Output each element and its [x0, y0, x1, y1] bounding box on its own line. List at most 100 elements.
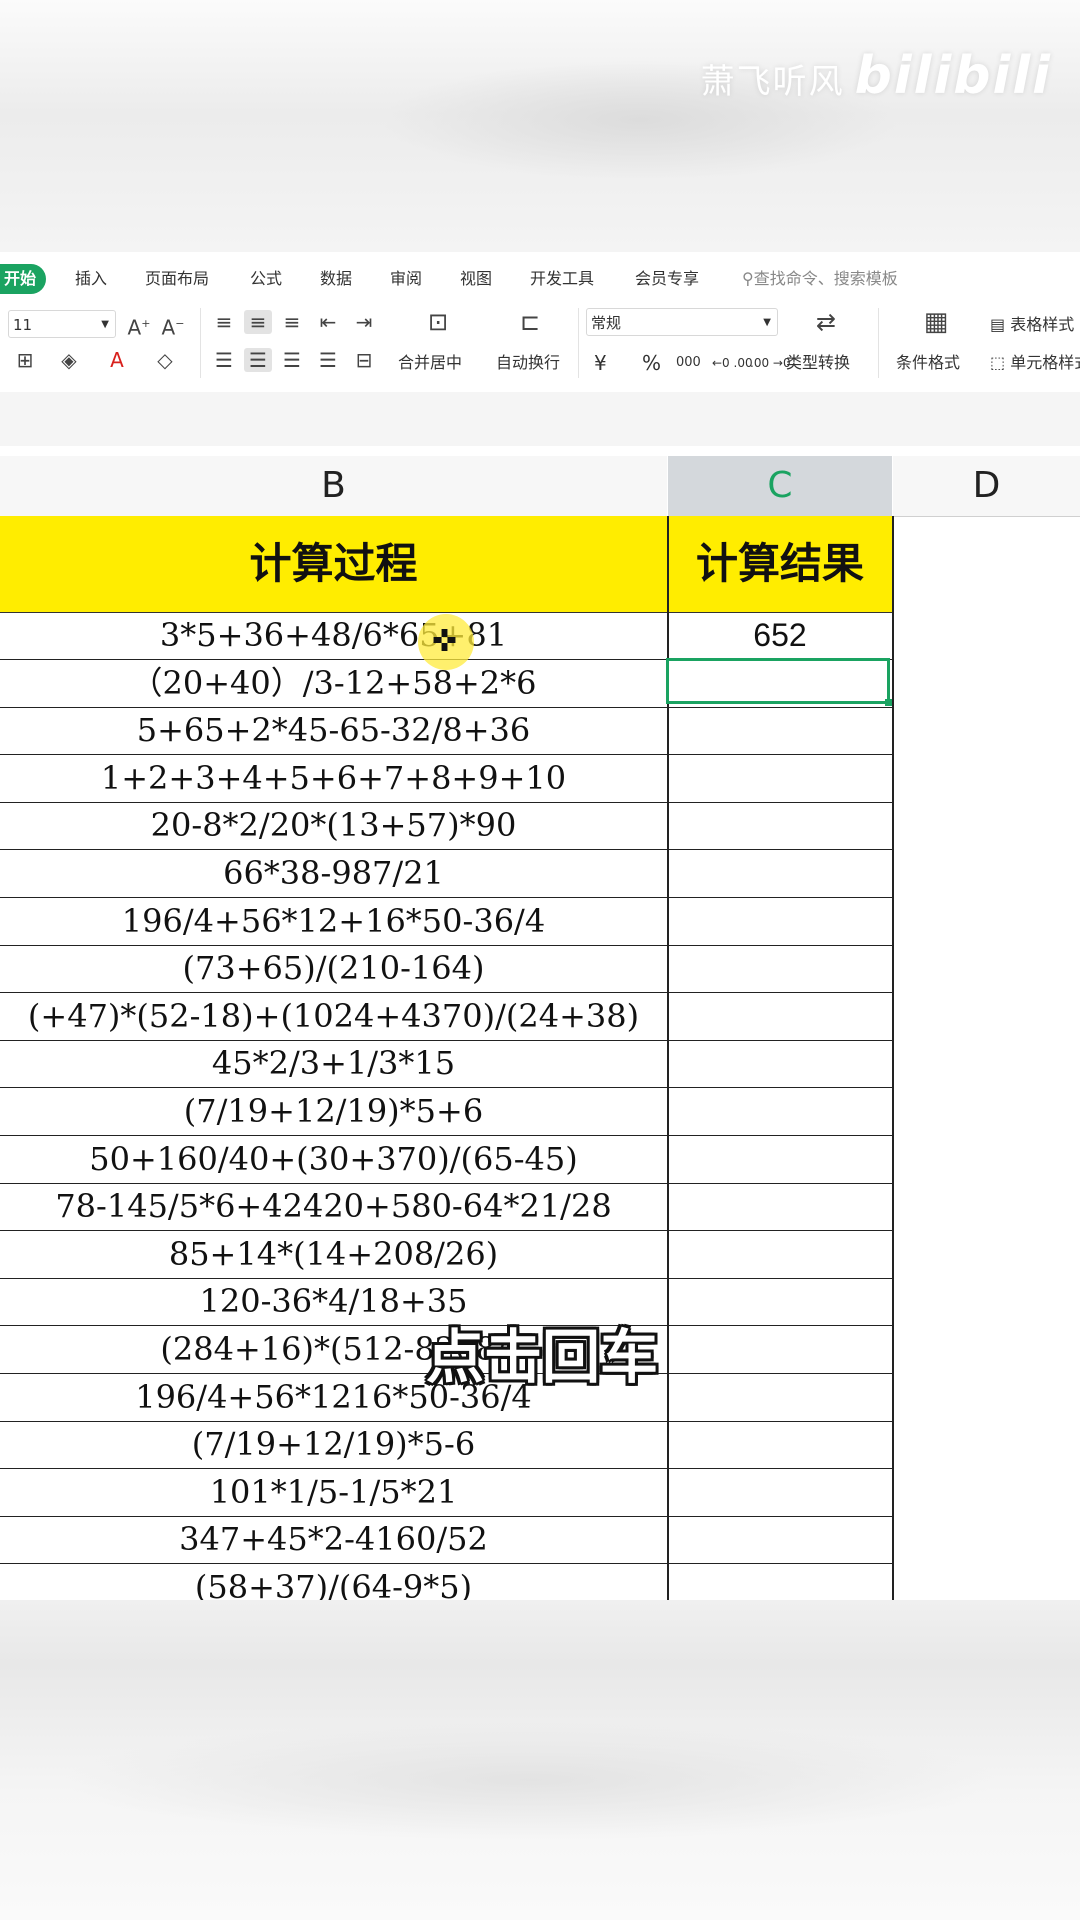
- table-row: (7/19+12/19)*5+6: [0, 1088, 893, 1136]
- tab-formulas[interactable]: 公式: [250, 264, 282, 294]
- cell-b[interactable]: 347+45*2-4160/52: [0, 1516, 667, 1563]
- tab-home[interactable]: 开始: [0, 264, 47, 294]
- cell-b[interactable]: 45*2/3+1/3*15: [0, 1040, 667, 1087]
- thousands-button[interactable]: 000: [676, 352, 701, 374]
- font-grow-icon[interactable]: A+: [126, 312, 152, 340]
- merge-icon[interactable]: ⊡: [420, 310, 456, 334]
- cell-b[interactable]: 85+14*(14+208/26): [0, 1231, 667, 1278]
- cell-c[interactable]: [668, 1278, 892, 1325]
- cell-c[interactable]: [668, 1516, 892, 1563]
- cell-b[interactable]: (+47)*(52-18)+(1024+4370)/(24+38): [0, 993, 667, 1040]
- align-center-icon[interactable]: ☰: [244, 348, 272, 372]
- active-cell-selection[interactable]: [666, 658, 892, 706]
- cell-c[interactable]: [668, 1374, 892, 1421]
- cell-b[interactable]: (73+65)/(210-164): [0, 945, 667, 992]
- table-row: 85+14*(14+208/26): [0, 1231, 893, 1279]
- cell-c[interactable]: [668, 802, 892, 849]
- indent-decrease-icon[interactable]: ⇤: [314, 310, 342, 334]
- cell-b[interactable]: (58+37)/(64-9*5): [0, 1564, 667, 1600]
- conditional-format-icon[interactable]: ▦: [918, 309, 954, 335]
- cell-b[interactable]: 20-8*2/20*(13+57)*90: [0, 802, 667, 849]
- cell-b[interactable]: 196/4+56*12+16*50-36/4: [0, 898, 667, 945]
- header-cell-result[interactable]: 计算结果: [668, 516, 892, 612]
- cell-b[interactable]: (7/19+12/19)*5-6: [0, 1421, 667, 1468]
- cell-c[interactable]: [668, 1421, 892, 1468]
- table-row: 196/4+56*12+16*50-36/4: [0, 898, 893, 946]
- cell-b[interactable]: 5+65+2*45-65-32/8+36: [0, 707, 667, 754]
- currency-button[interactable]: ¥: [594, 352, 607, 374]
- distribute-icon[interactable]: ⊟: [350, 348, 378, 372]
- align-left-icon[interactable]: ☰: [210, 348, 238, 372]
- column-header-b[interactable]: B: [0, 456, 667, 517]
- cell-c[interactable]: [668, 707, 892, 754]
- tab-data[interactable]: 数据: [320, 264, 352, 294]
- tab-view[interactable]: 视图: [460, 264, 492, 294]
- table-row: 50+160/40+(30+370)/(65-45): [0, 1136, 893, 1184]
- decrease-decimal-button[interactable]: .00 →0: [750, 352, 791, 374]
- tab-developer[interactable]: 开发工具: [530, 264, 594, 294]
- cell-c[interactable]: [668, 993, 892, 1040]
- cell-c[interactable]: [668, 898, 892, 945]
- indent-increase-icon[interactable]: ⇥: [350, 310, 378, 334]
- cell-c[interactable]: [668, 755, 892, 802]
- table-row: 45*2/3+1/3*15: [0, 1040, 893, 1089]
- tab-review[interactable]: 审阅: [390, 264, 422, 294]
- font-size-select[interactable]: 11 ▼: [8, 310, 116, 338]
- cell-b[interactable]: (7/19+12/19)*5+6: [0, 1088, 667, 1135]
- cell-style-button[interactable]: ⬚ 单元格样式: [990, 352, 1080, 374]
- table-row: (58+37)/(64-9*5): [0, 1564, 893, 1600]
- cell-c[interactable]: [668, 1136, 892, 1183]
- cell-b[interactable]: 50+160/40+(30+370)/(65-45): [0, 1136, 667, 1183]
- conditional-format-button[interactable]: 条件格式: [896, 352, 960, 374]
- chevron-down-icon: ▼: [763, 317, 771, 328]
- cell-b[interactable]: 1+2+3+4+5+6+7+8+9+10: [0, 755, 667, 802]
- column-header-d[interactable]: D: [893, 456, 1080, 517]
- cell-c[interactable]: [668, 850, 892, 897]
- header-cell-process[interactable]: 计算过程: [0, 516, 667, 612]
- table-style-button[interactable]: ▤ 表格样式: [990, 314, 1074, 336]
- cell-c[interactable]: [668, 1040, 892, 1087]
- number-format-select[interactable]: 常规 ▼: [586, 308, 778, 336]
- font-shrink-icon[interactable]: A−: [160, 312, 186, 340]
- cell-b[interactable]: 66*38-987/21: [0, 850, 667, 897]
- cell-b[interactable]: （20+40）/3-12+58+2*6: [0, 660, 667, 707]
- tab-member[interactable]: 会员专享: [635, 264, 699, 294]
- column-header-c[interactable]: C: [668, 456, 892, 518]
- divider: [200, 308, 201, 378]
- merge-center-button[interactable]: 合并居中: [398, 352, 462, 374]
- align-top-icon[interactable]: ≡: [210, 310, 238, 334]
- command-search[interactable]: ⚲查找命令、搜索模板: [742, 264, 898, 294]
- tab-insert[interactable]: 插入: [75, 264, 107, 294]
- wrap-text-icon[interactable]: ⊏: [512, 310, 548, 334]
- border-icon[interactable]: ⊞: [8, 348, 42, 372]
- align-bottom-icon[interactable]: ≡: [278, 310, 306, 334]
- percent-button[interactable]: %: [642, 352, 661, 374]
- wrap-text-button[interactable]: 自动换行: [496, 352, 560, 374]
- cell-c[interactable]: [668, 1231, 892, 1278]
- fill-color-icon[interactable]: ◈: [52, 348, 86, 372]
- cell-b[interactable]: 78-145/5*6+42420+580-64*21/28: [0, 1183, 667, 1230]
- cell-c[interactable]: [668, 1183, 892, 1230]
- table-row: (73+65)/(210-164): [0, 945, 893, 994]
- tab-page-layout[interactable]: 页面布局: [145, 264, 209, 294]
- spreadsheet-grid[interactable]: B C D 计算过程 计算结果 3*5+36+48/6*65+81 652 （20+…: [0, 446, 1080, 1600]
- table-row: 1+2+3+4+5+6+7+8+9+10: [0, 755, 893, 803]
- cell-c[interactable]: [668, 1326, 892, 1373]
- type-convert-button[interactable]: 类型转换: [786, 352, 850, 374]
- justify-icon[interactable]: ☰: [314, 348, 342, 372]
- cell-c[interactable]: 652: [668, 612, 892, 659]
- cell-c[interactable]: [668, 1088, 892, 1135]
- font-color-icon[interactable]: A: [100, 348, 134, 372]
- clear-format-icon[interactable]: ◇: [148, 348, 182, 372]
- increase-decimal-button[interactable]: ←0 .00: [712, 352, 753, 374]
- type-convert-icon[interactable]: ⇄: [808, 310, 844, 334]
- divider: [578, 308, 579, 378]
- cell-b[interactable]: 3*5+36+48/6*65+81: [0, 612, 667, 659]
- cell-c[interactable]: [668, 1469, 892, 1516]
- align-right-icon[interactable]: ☰: [278, 348, 306, 372]
- align-middle-icon[interactable]: ≡: [244, 310, 272, 334]
- table-row: 66*38-987/21: [0, 850, 893, 898]
- cell-c[interactable]: [668, 945, 892, 992]
- cell-b[interactable]: 101*1/5-1/5*21: [0, 1469, 667, 1516]
- cell-c[interactable]: [668, 1564, 892, 1600]
